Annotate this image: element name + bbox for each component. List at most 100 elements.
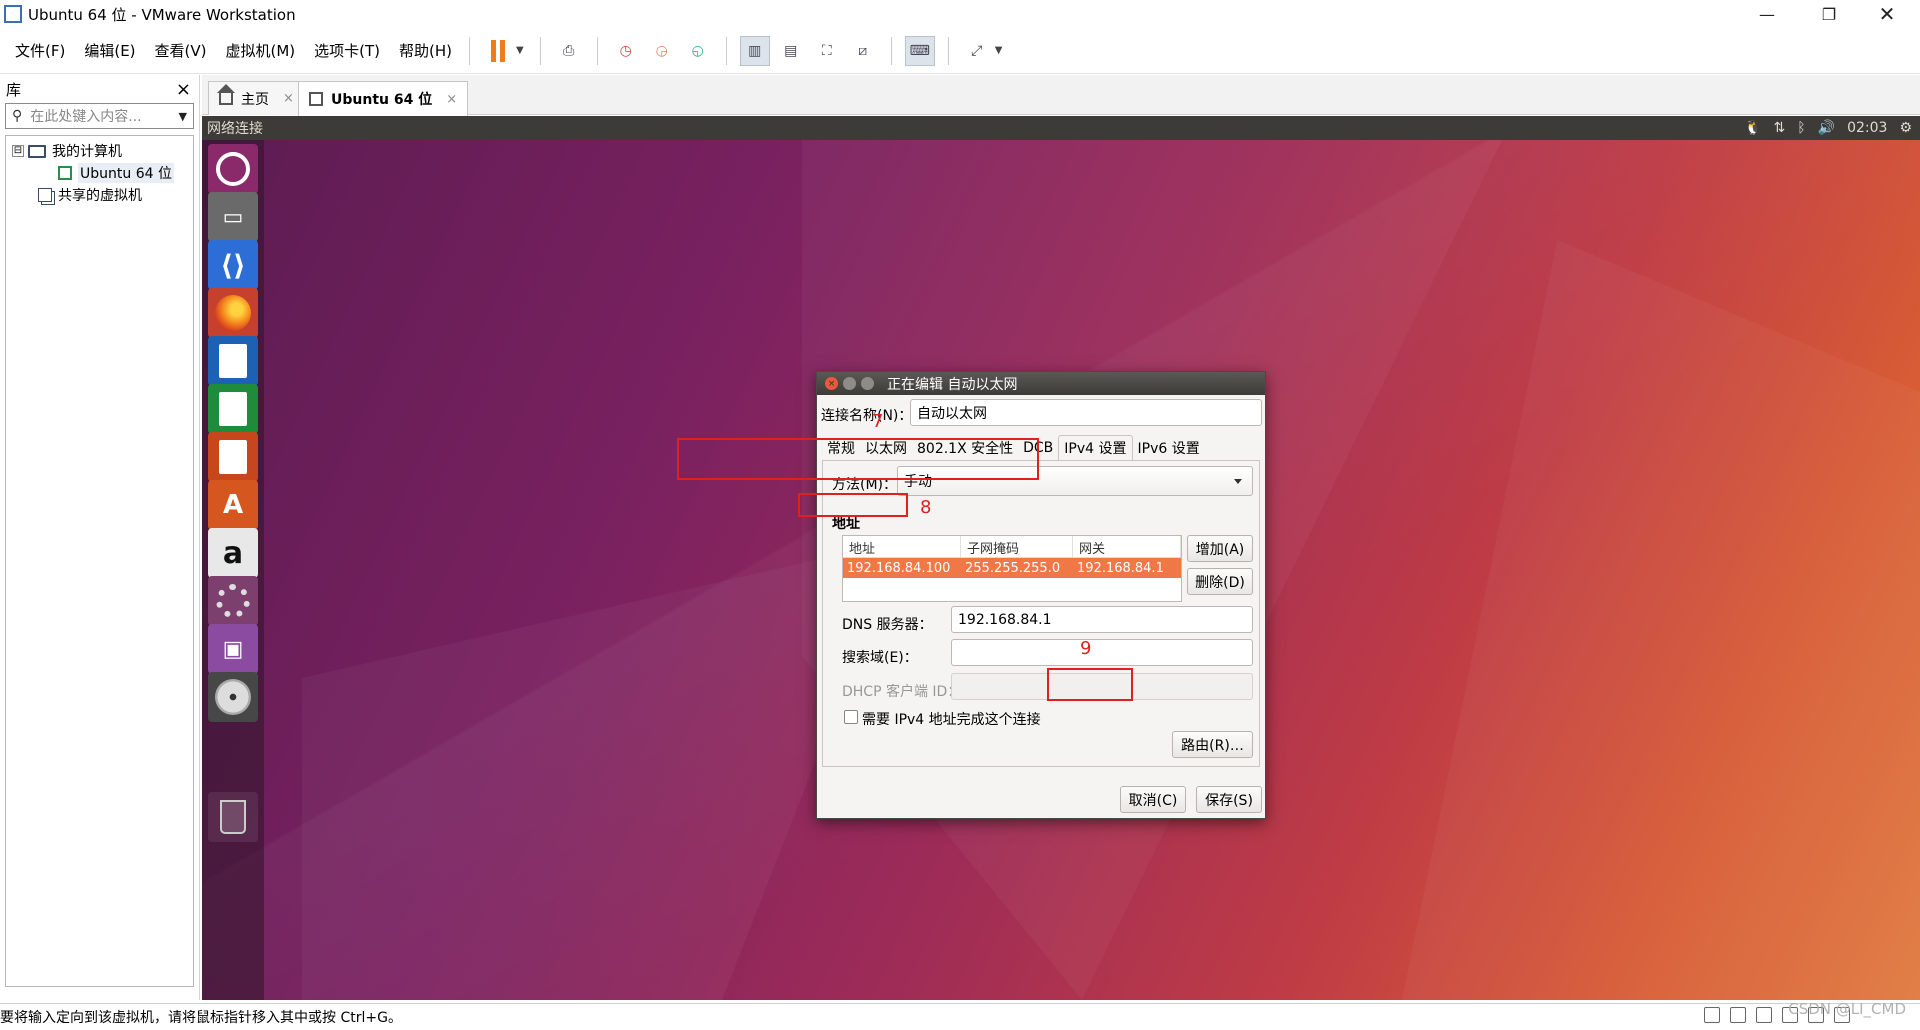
launcher-network-connections[interactable]: ▣ bbox=[208, 624, 258, 674]
console-view-button[interactable]: ⌨ bbox=[904, 35, 935, 66]
cell-gateway[interactable]: 192.168.84.1 bbox=[1073, 558, 1181, 578]
address-table[interactable]: 地址 子网掩码 网关 192.168.84.100 255.255.255.0 … bbox=[842, 535, 1182, 602]
bluetooth-icon[interactable]: ᛒ bbox=[1797, 120, 1805, 136]
snapshot-button[interactable]: ◷ bbox=[611, 36, 641, 66]
show-library-button[interactable]: ▥ bbox=[739, 35, 770, 66]
restore-button[interactable]: ❐ bbox=[1806, 0, 1852, 28]
network-computers-icon: ▣ bbox=[222, 636, 244, 662]
tree-item-shared-vms[interactable]: 共享的虚拟机 bbox=[6, 184, 193, 206]
search-domain-field[interactable] bbox=[951, 639, 1253, 666]
launcher-vscode[interactable]: ⟨⟩ bbox=[208, 240, 258, 290]
menu-vm[interactable]: 虚拟机(M) bbox=[219, 40, 303, 61]
annotation-number-8: 8 bbox=[920, 497, 932, 518]
full-screen-button[interactable]: ⛶ bbox=[812, 36, 842, 66]
network-icon[interactable]: ⇅ bbox=[1774, 120, 1786, 136]
launcher-firefox[interactable] bbox=[208, 288, 258, 338]
chevron-down-icon[interactable]: ▼ bbox=[179, 110, 187, 123]
launcher-ubuntu-dash[interactable] bbox=[208, 144, 258, 194]
routes-button[interactable]: 路由(R)… bbox=[1172, 731, 1253, 758]
volume-icon[interactable]: 🔊 bbox=[1818, 120, 1835, 136]
launcher-trash[interactable] bbox=[208, 792, 258, 842]
table-row[interactable]: 192.168.84.100 255.255.255.0 192.168.84.… bbox=[843, 558, 1181, 578]
dns-server-field[interactable]: 192.168.84.1 bbox=[951, 606, 1253, 633]
dialog-minimize-icon[interactable] bbox=[843, 377, 856, 390]
fullscreen-icon: ⛶ bbox=[821, 42, 832, 59]
close-button[interactable]: ✕ bbox=[1864, 0, 1910, 28]
menu-view[interactable]: 查看(V) bbox=[148, 40, 214, 61]
launcher-libreoffice-impress[interactable] bbox=[208, 432, 258, 482]
column-header-address[interactable]: 地址 bbox=[843, 536, 961, 557]
menu-tabs[interactable]: 选项卡(T) bbox=[307, 40, 387, 61]
cd-dvd-icon[interactable] bbox=[1730, 1007, 1746, 1023]
tab-label: 主页 bbox=[241, 91, 269, 108]
pause-button[interactable] bbox=[483, 36, 513, 66]
tab-home[interactable]: 主页 × bbox=[208, 81, 305, 115]
dialog-maximize-icon[interactable] bbox=[861, 377, 874, 390]
library-view-icon: ▥ bbox=[748, 42, 762, 59]
tab-ubuntu[interactable]: Ubuntu 64 位 × bbox=[298, 81, 469, 116]
stretch-dropdown-icon[interactable]: ▼ bbox=[995, 45, 1003, 56]
tab-close-icon[interactable]: × bbox=[446, 92, 457, 107]
connection-name-field[interactable]: 自动以太网 bbox=[910, 399, 1262, 426]
vm-running-icon bbox=[58, 166, 72, 180]
require-ipv4-checkbox[interactable] bbox=[844, 710, 858, 724]
library-panel: 库 × ⚲ 在此处键入内容... ▼ ⊟ 我的计算机 Ubuntu 64 位 共… bbox=[0, 75, 200, 1000]
dhcp-client-id-label: DHCP 客户端 ID： bbox=[842, 684, 962, 700]
file-cabinet-icon: ▭ bbox=[222, 204, 244, 230]
vm-icon bbox=[309, 92, 323, 106]
delete-address-button[interactable]: 删除(D) bbox=[1187, 568, 1253, 595]
library-close-icon[interactable]: × bbox=[176, 79, 191, 100]
library-search-input[interactable]: ⚲ 在此处键入内容... ▼ bbox=[5, 103, 194, 129]
snapshot-manager-button[interactable]: ◵ bbox=[683, 36, 713, 66]
watermark: CSDN @LI_CMD bbox=[1788, 1000, 1906, 1018]
tree-item-ubuntu-vm[interactable]: Ubuntu 64 位 bbox=[6, 162, 193, 184]
column-header-netmask[interactable]: 子网掩码 bbox=[961, 536, 1073, 557]
vm-console[interactable]: 网络连接 🐧 ⇅ ᛒ 🔊 02:03 ⚙ ▭ ⟨⟩ A a ▣ × 正在编辑 自… bbox=[202, 116, 1920, 1000]
shopping-bag-icon: A bbox=[222, 490, 244, 520]
shared-vm-icon bbox=[38, 188, 52, 202]
launcher-files[interactable]: ▭ bbox=[208, 192, 258, 242]
hard-disk-icon[interactable] bbox=[1704, 1007, 1720, 1023]
launcher-amazon[interactable]: a bbox=[208, 528, 258, 578]
menu-edit[interactable]: 编辑(E) bbox=[77, 40, 142, 61]
launcher-software-center[interactable]: A bbox=[208, 480, 258, 530]
tux-icon[interactable]: 🐧 bbox=[1744, 120, 1761, 136]
terminal-icon: ⌨ bbox=[909, 42, 930, 59]
cell-netmask[interactable]: 255.255.255.0 bbox=[961, 558, 1073, 578]
tree-item-my-computer[interactable]: ⊟ 我的计算机 bbox=[6, 140, 193, 162]
tab-ipv6-settings[interactable]: IPv6 设置 bbox=[1133, 435, 1205, 460]
clock[interactable]: 02:03 bbox=[1847, 120, 1887, 136]
cell-address[interactable]: 192.168.84.100 bbox=[843, 558, 961, 578]
tab-ipv4-settings[interactable]: IPv4 设置 bbox=[1058, 435, 1133, 460]
minimize-button[interactable]: — bbox=[1744, 0, 1790, 28]
gear-icon[interactable]: ⚙ bbox=[1899, 120, 1912, 136]
toolbar-separator bbox=[947, 36, 949, 65]
connection-name-label: 连接名称(N)： bbox=[821, 408, 913, 424]
unity-button[interactable]: ⧄ bbox=[848, 36, 878, 66]
pause-dropdown-icon[interactable]: ▼ bbox=[516, 45, 524, 56]
stretch-button[interactable]: ⤢ bbox=[962, 36, 992, 66]
add-address-button[interactable]: 增加(A) bbox=[1187, 535, 1253, 562]
menu-file[interactable]: 文件(F) bbox=[8, 40, 72, 61]
trash-icon bbox=[220, 800, 246, 834]
snapshot-icon: ◷ bbox=[619, 42, 632, 59]
writer-icon bbox=[219, 344, 247, 378]
revert-snapshot-button[interactable]: ◶ bbox=[647, 36, 677, 66]
tab-close-icon[interactable]: × bbox=[283, 91, 294, 106]
network-adapter-icon[interactable] bbox=[1756, 1007, 1772, 1023]
cancel-button[interactable]: 取消(C) bbox=[1120, 786, 1186, 813]
require-ipv4-label[interactable]: 需要 IPv4 地址完成这个连接 bbox=[862, 709, 1041, 729]
column-header-gateway[interactable]: 网关 bbox=[1073, 536, 1181, 557]
launcher-libreoffice-calc[interactable] bbox=[208, 384, 258, 434]
launcher-system-settings[interactable] bbox=[208, 576, 258, 626]
save-button[interactable]: 保存(S) bbox=[1196, 786, 1262, 813]
send-ctrl-alt-del-button[interactable]: ⎙ bbox=[554, 36, 584, 66]
dialog-close-icon[interactable]: × bbox=[825, 377, 838, 390]
tree-item-label: 共享的虚拟机 bbox=[58, 188, 142, 204]
launcher-dvd[interactable] bbox=[208, 672, 258, 722]
collapse-icon[interactable]: ⊟ bbox=[12, 145, 24, 157]
menu-help[interactable]: 帮助(H) bbox=[392, 40, 459, 61]
computer-icon bbox=[28, 144, 46, 158]
launcher-libreoffice-writer[interactable] bbox=[208, 336, 258, 386]
thumbnail-bar-button[interactable]: ▤ bbox=[776, 36, 806, 66]
